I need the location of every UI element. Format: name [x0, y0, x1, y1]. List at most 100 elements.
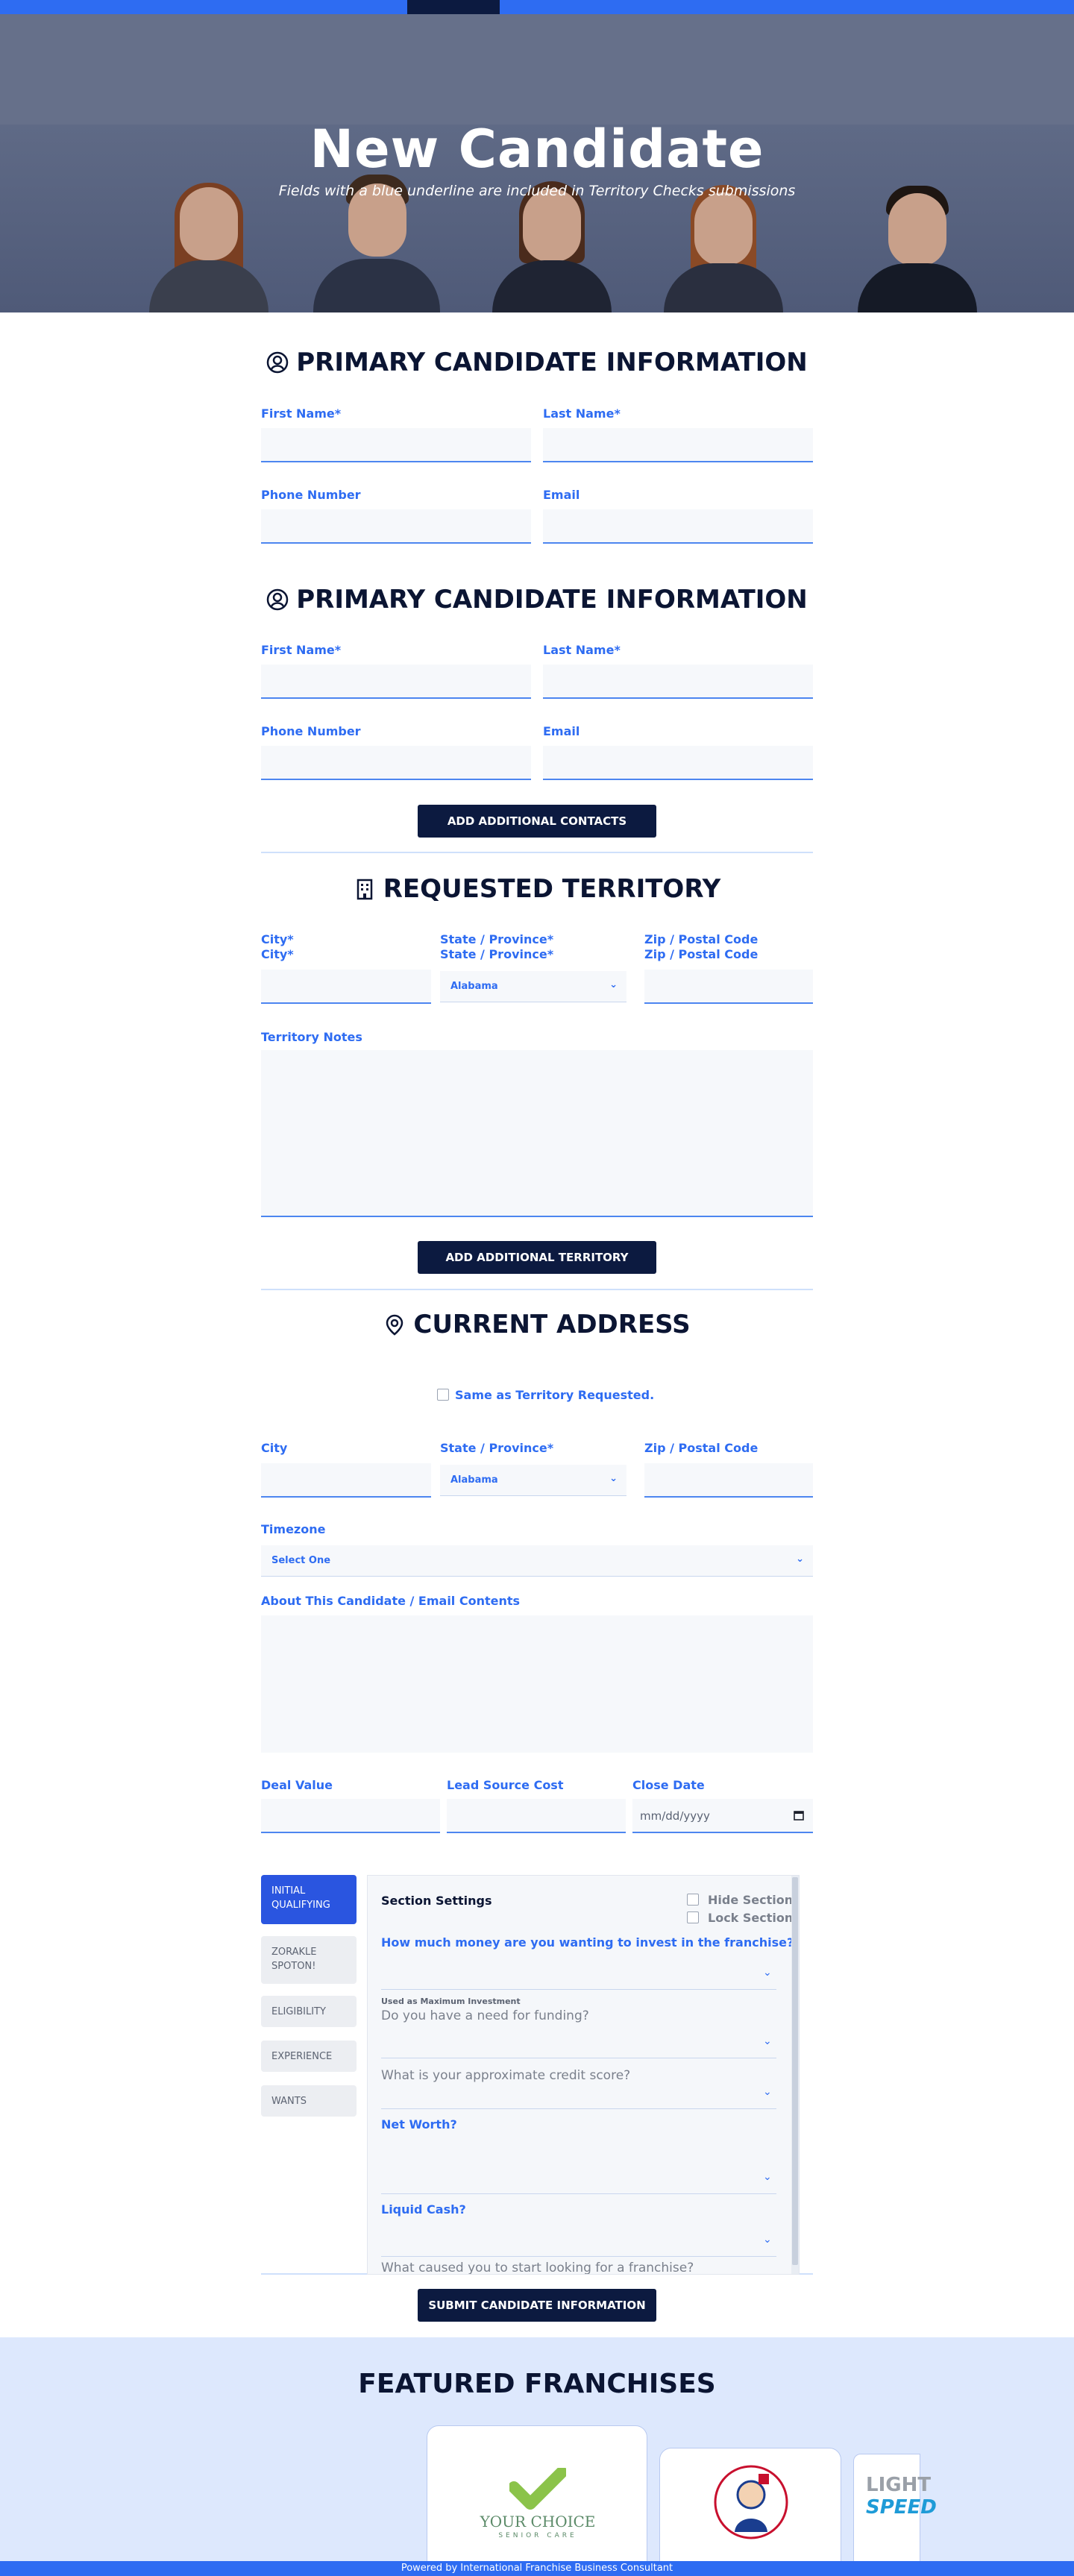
last-name-input[interactable]: [543, 428, 813, 462]
tab-eligibility[interactable]: ELIGIBILITY: [261, 1996, 357, 2027]
lock-section-label: Lock Section: [708, 1911, 794, 1925]
territory-city-label: City*: [261, 932, 294, 946]
same-as-territory-checkbox[interactable]: [437, 1389, 449, 1401]
section-divider: [261, 852, 813, 853]
section-title-text: PRIMARY CANDIDATE INFORMATION: [296, 348, 808, 377]
territory-notes-textarea[interactable]: [261, 1050, 813, 1217]
territory-zip-label: Zip / Postal Code: [644, 932, 759, 946]
user-circle-icon: [266, 588, 289, 611]
add-contacts-button[interactable]: ADD ADDITIONAL CONTACTS: [418, 805, 656, 838]
submit-candidate-button[interactable]: SUBMIT CANDIDATE INFORMATION: [418, 2289, 656, 2322]
last-name-label-2: Last Name*: [543, 643, 621, 657]
first-name-input[interactable]: [261, 428, 531, 462]
timezone-value: Select One: [271, 1555, 331, 1566]
tab-wants[interactable]: WANTS: [261, 2085, 357, 2117]
hero-person-5: [858, 186, 977, 312]
chevron-down-icon[interactable]: ⌄: [763, 2171, 772, 2183]
question-divider: [381, 2256, 776, 2257]
chevron-down-icon[interactable]: ⌄: [763, 2035, 772, 2047]
user-circle-icon: [266, 351, 289, 374]
territory-notes-label: Territory Notes: [261, 1030, 362, 1044]
address-state-label: State / Province*: [440, 1441, 554, 1455]
last-name-input-2[interactable]: [543, 665, 813, 699]
chevron-down-icon: ⌄: [609, 1473, 618, 1484]
territory-zip-input[interactable]: [644, 970, 813, 1004]
email-input[interactable]: [543, 509, 813, 544]
hero-banner: New Candidate Fields with a blue underli…: [0, 14, 1074, 312]
scrollbar-thumb[interactable]: [792, 1877, 798, 2265]
chevron-down-icon[interactable]: ⌄: [763, 1967, 772, 1979]
question-divider: [381, 1989, 776, 1990]
territory-state-value: Alabama: [450, 981, 498, 992]
add-territory-button[interactable]: ADD ADDITIONAL TERRITORY: [418, 1241, 656, 1274]
close-date-label: Close Date: [632, 1778, 705, 1792]
timezone-select[interactable]: Select One ⌄: [261, 1545, 813, 1577]
territory-heading: REQUESTED TERRITORY: [261, 874, 813, 904]
territory-city-input[interactable]: [261, 970, 431, 1004]
qualifying-panel: INITIAL QUALIFYING ZORAKLE SPOTON! ELIGI…: [261, 1875, 813, 2275]
email-label-2: Email: [543, 724, 580, 738]
deal-value-label: Deal Value: [261, 1778, 333, 1792]
question-liquid-cash: Liquid Cash?: [381, 2202, 466, 2217]
building-icon: [357, 879, 372, 900]
address-state-value: Alabama: [450, 1474, 498, 1486]
hero-person-4: [664, 182, 783, 312]
light-speed-brand-bottom: SPEED: [866, 2496, 937, 2519]
phone-input-2[interactable]: [261, 746, 531, 780]
close-date-placeholder: mm/dd/yyyy: [640, 1809, 710, 1823]
top-bar-active-tab[interactable]: [407, 0, 500, 14]
franchise-card-light-speed[interactable]: LIGHT SPEED: [853, 2454, 937, 2576]
tab-initial-qualifying[interactable]: INITIAL QUALIFYING: [261, 1875, 357, 1924]
territory-state-label: State / Province*: [440, 932, 554, 946]
email-input-2[interactable]: [543, 746, 813, 780]
address-state-select[interactable]: Alabama ⌄: [440, 1465, 626, 1496]
tab-experience[interactable]: EXPERIENCE: [261, 2041, 357, 2072]
territory-state-select[interactable]: Alabama ⌄: [440, 971, 626, 1002]
about-candidate-label: About This Candidate / Email Contents: [261, 1594, 521, 1608]
last-name-label: Last Name*: [543, 406, 621, 421]
chevron-down-icon[interactable]: ⌄: [763, 2234, 772, 2246]
hide-section-checkbox[interactable]: [687, 1894, 699, 1906]
lock-section-checkbox[interactable]: [687, 1911, 699, 1923]
franchise-card-mascot[interactable]: [659, 2448, 841, 2576]
light-speed-brand-top: LIGHT: [866, 2474, 932, 2496]
section-title-text: REQUESTED TERRITORY: [383, 874, 721, 904]
address-heading-ghost: CURRENT ADDRESS: [261, 1335, 813, 1351]
question-credit-score: What is your approximate credit score?: [381, 2068, 631, 2083]
qualifying-scrollbar[interactable]: [791, 1876, 799, 2274]
lead-cost-label: Lead Source Cost: [447, 1778, 564, 1792]
territory-zip-label-dup: Zip / Postal Code: [644, 947, 759, 961]
timezone-label: Timezone: [261, 1522, 326, 1536]
address-city-input[interactable]: [261, 1463, 431, 1498]
first-name-input-2[interactable]: [261, 665, 531, 699]
about-candidate-textarea[interactable]: [261, 1615, 813, 1753]
question-investment-note: Used as Maximum Investment: [381, 1997, 521, 2006]
footer-credit: Powered by International Franchise Busin…: [0, 2561, 1074, 2576]
chevron-down-icon: ⌄: [609, 979, 618, 990]
mascot-logo-icon: [714, 2465, 788, 2539]
page-title: New Candidate: [310, 119, 764, 180]
question-investment: How much money are you wanting to invest…: [381, 1935, 794, 1950]
phone-label: Phone Number: [261, 488, 361, 502]
question-divider: [381, 2108, 776, 2109]
primary-info-heading-2: PRIMARY CANDIDATE INFORMATION: [261, 585, 813, 615]
primary-info-heading: PRIMARY CANDIDATE INFORMATION: [261, 348, 813, 377]
tab-zorakle-spoton[interactable]: ZORAKLE SPOTON!: [261, 1936, 357, 1984]
calendar-icon[interactable]: [794, 1810, 804, 1821]
featured-franchises-section: FEATURED FRANCHISES YOUR CHOICE SENIOR C…: [0, 2337, 1074, 2576]
question-funding: Do you have a need for funding?: [381, 2008, 589, 2023]
question-net-worth: Net Worth?: [381, 2117, 457, 2132]
close-date-input[interactable]: mm/dd/yyyy: [632, 1799, 813, 1833]
same-as-territory-label: Same as Territory Requested.: [455, 1388, 655, 1402]
checkmark-logo-icon: [509, 2468, 566, 2510]
territory-state-label-dup: State / Province*: [440, 947, 554, 961]
address-zip-input[interactable]: [644, 1463, 813, 1498]
top-bar: [0, 0, 1074, 14]
deal-value-input[interactable]: [261, 1799, 440, 1833]
lead-cost-input[interactable]: [447, 1799, 626, 1833]
section-settings-title: Section Settings: [381, 1894, 492, 1908]
chevron-down-icon[interactable]: ⌄: [763, 2086, 772, 2098]
page-subtitle: Fields with a blue underline are include…: [278, 183, 796, 199]
phone-input[interactable]: [261, 509, 531, 544]
franchise-card-your-choice[interactable]: YOUR CHOICE SENIOR CARE: [427, 2425, 647, 2576]
